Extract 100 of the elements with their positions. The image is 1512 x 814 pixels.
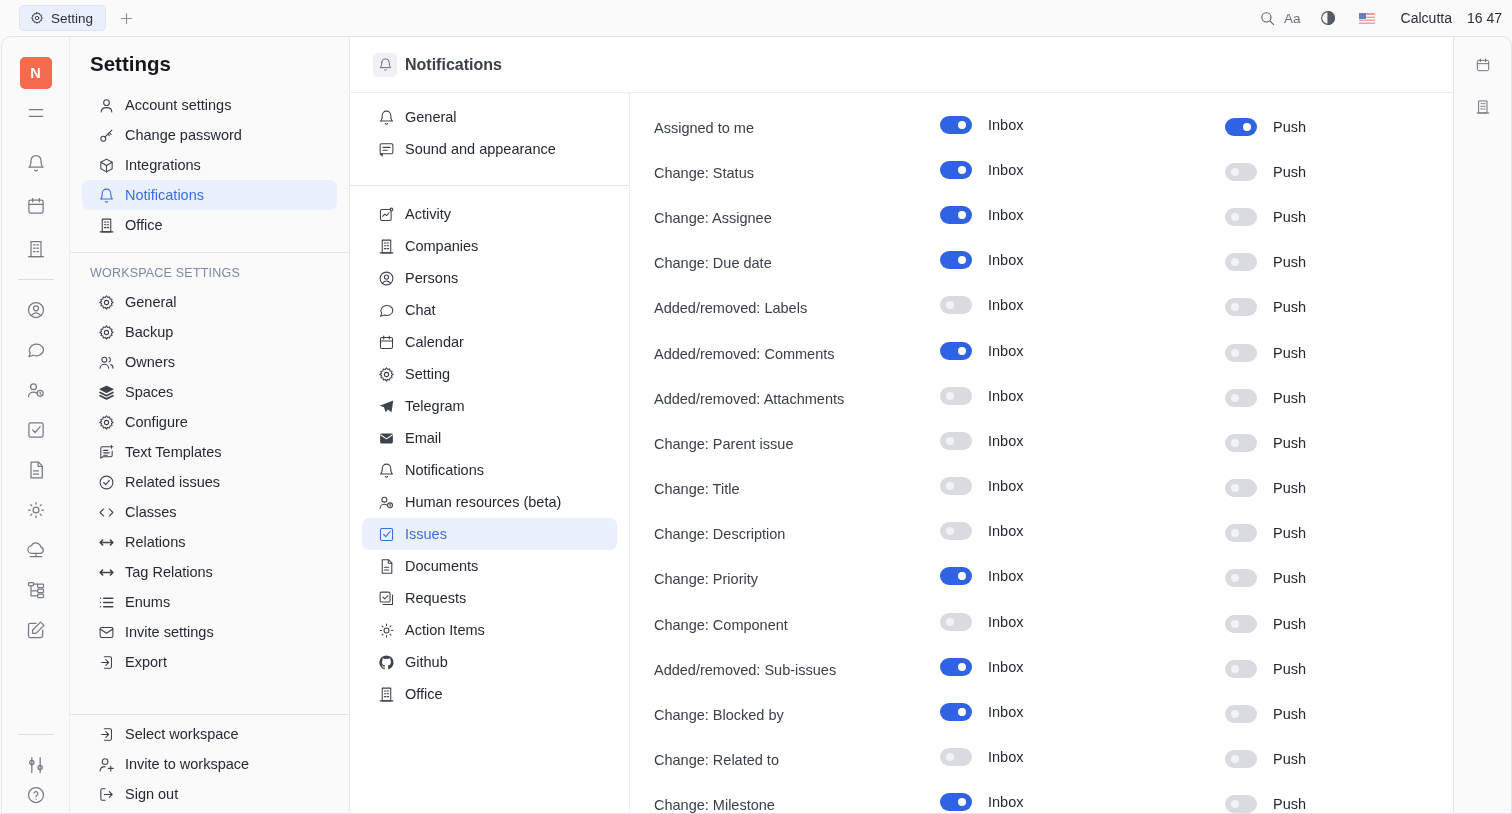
nav-item[interactable]: Human resources (beta) [362, 486, 617, 518]
search-icon[interactable] [1259, 9, 1277, 27]
nav-item[interactable]: Calendar [362, 326, 617, 358]
nav-item[interactable]: Enums [82, 587, 337, 617]
nav-item[interactable]: Documents [362, 550, 617, 582]
nav-item[interactable]: Classes [82, 497, 337, 527]
toggle-switch[interactable] [940, 657, 972, 676]
toggle-label: Push [1273, 660, 1307, 677]
row-label: Change: Assignee [654, 208, 773, 226]
toggle-label: Push [1273, 434, 1307, 451]
toggle-switch[interactable] [940, 793, 972, 812]
toggle-switch[interactable] [940, 477, 972, 496]
toggle-switch[interactable] [1225, 117, 1257, 136]
toggle-switch[interactable] [1225, 524, 1257, 543]
chat-bubble-icon[interactable] [25, 340, 46, 360]
toggle-switch[interactable] [940, 341, 972, 360]
flag-icon[interactable] [1358, 12, 1375, 24]
nav-item[interactable]: Change password [82, 120, 337, 150]
toggle-switch[interactable] [940, 612, 972, 631]
toggle-switch[interactable] [940, 567, 972, 586]
nav-item[interactable]: Text Templates [82, 437, 337, 467]
checkbox-icon[interactable] [25, 420, 46, 440]
nav-item[interactable]: Office [362, 678, 617, 710]
nav-item[interactable]: Backup [82, 317, 337, 347]
nav-item[interactable]: General [82, 287, 337, 317]
person-clock-icon[interactable] [25, 380, 46, 400]
nav-item[interactable]: Invite to workspace [82, 749, 337, 779]
nav-item[interactable]: Tag Relations [82, 557, 337, 587]
settings-icon [98, 323, 115, 341]
nav-item[interactable]: Sound and appearance [362, 133, 617, 165]
nav-item[interactable]: Owners [82, 347, 337, 377]
tab[interactable]: Setting [19, 5, 107, 31]
tree-icon[interactable] [25, 580, 46, 600]
toggle-switch[interactable] [940, 205, 972, 224]
building-icon[interactable] [25, 239, 46, 259]
nav-item[interactable]: Email [362, 422, 617, 454]
nav-item[interactable]: Persons [362, 262, 617, 294]
toggle-switch[interactable] [940, 115, 972, 134]
nav-item[interactable]: Github [362, 646, 617, 678]
toggle-switch[interactable] [940, 522, 972, 541]
sun-icon[interactable] [25, 500, 46, 520]
bell-icon[interactable] [25, 153, 46, 173]
toggle-switch[interactable] [1225, 162, 1257, 181]
nav-item[interactable]: Spaces [82, 377, 337, 407]
nav-item[interactable]: Integrations [82, 150, 337, 180]
toggle-switch[interactable] [1225, 705, 1257, 724]
calendar-icon[interactable] [25, 196, 46, 216]
nav-item[interactable]: Notifications [82, 180, 337, 210]
nav-item[interactable]: Select workspace [82, 719, 337, 749]
nav-item[interactable]: Invite settings [82, 617, 337, 647]
edit-icon[interactable] [25, 620, 46, 640]
toggle-switch[interactable] [1225, 433, 1257, 452]
help-icon[interactable] [25, 785, 46, 805]
row-label: Change: Parent issue [654, 434, 795, 452]
nav-item[interactable]: Action Items [362, 614, 617, 646]
toggle-switch[interactable] [1225, 614, 1257, 633]
toggle-switch[interactable] [1225, 253, 1257, 272]
nav-item[interactable]: Telegram [362, 390, 617, 422]
toggle-switch[interactable] [1225, 750, 1257, 769]
toggle-switch[interactable] [940, 386, 972, 405]
toggle-switch[interactable] [940, 748, 972, 767]
toggle-switch[interactable] [940, 160, 972, 179]
nav-item[interactable]: Activity [362, 198, 617, 230]
toggle-switch[interactable] [1225, 569, 1257, 588]
toggle-label: Inbox [988, 613, 1024, 630]
building-icon [98, 216, 115, 234]
toggle-switch[interactable] [1225, 343, 1257, 362]
nav-item[interactable]: Notifications [362, 454, 617, 486]
toggle-switch[interactable] [940, 251, 972, 270]
toggle-switch[interactable] [1225, 479, 1257, 498]
toggle-label: Inbox [988, 206, 1024, 223]
nav-item[interactable]: Chat [362, 294, 617, 326]
contrast-icon[interactable] [1318, 9, 1337, 27]
toggle-switch[interactable] [1225, 795, 1257, 813]
nav-item[interactable]: Office [82, 210, 337, 240]
nav-item[interactable]: Configure [82, 407, 337, 437]
toggle-label: Push [1273, 751, 1307, 768]
nav-item[interactable]: Account settings [82, 90, 337, 120]
toggle-switch[interactable] [1225, 659, 1257, 678]
toggle-switch[interactable] [940, 703, 972, 722]
building-icon[interactable] [1474, 99, 1491, 115]
nav-item[interactable]: Setting [362, 358, 617, 390]
nav-item[interactable]: General [362, 101, 617, 133]
nav-item[interactable]: Requests [362, 582, 617, 614]
toggle-switch[interactable] [1225, 388, 1257, 407]
font-size-button[interactable]: Aa [1284, 10, 1301, 26]
nav-item[interactable]: Export [82, 647, 337, 677]
nav-item[interactable]: Sign out [82, 779, 337, 809]
nav-item[interactable]: Companies [362, 230, 617, 262]
toggle-switch[interactable] [1225, 207, 1257, 226]
enter-icon [98, 725, 115, 743]
toggle-switch[interactable] [1225, 298, 1257, 317]
nav-item[interactable]: Issues [362, 518, 617, 550]
person-circle-icon[interactable] [25, 300, 46, 320]
nav-item[interactable]: Related issues [82, 467, 337, 497]
calendar-icon[interactable] [1474, 57, 1491, 73]
toggle-switch[interactable] [940, 431, 972, 450]
cloud-icon[interactable] [25, 540, 46, 560]
toggle-switch[interactable] [940, 296, 972, 315]
nav-item[interactable]: Relations [82, 527, 337, 557]
